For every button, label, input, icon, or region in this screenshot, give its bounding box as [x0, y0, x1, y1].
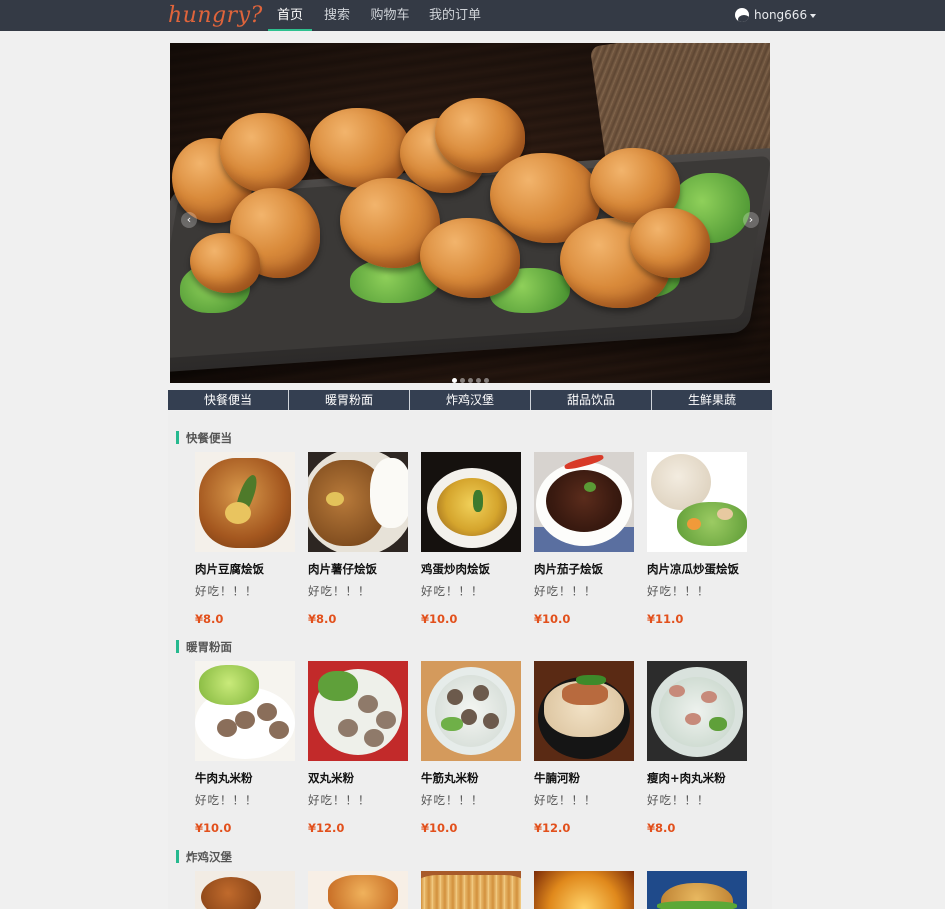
category-tab[interactable]: 暖胃粉面	[289, 390, 409, 410]
food-card[interactable]: 牛肉丸米粉 好吃！！！ ¥10.0	[195, 661, 300, 835]
top-navbar: hungry? 首页 搜索 购物车 我的订单 hong666	[0, 0, 945, 31]
food-desc: 好吃！！！	[308, 584, 371, 598]
food-image	[195, 871, 295, 909]
food-price: ¥11.0	[647, 612, 684, 626]
avatar	[735, 7, 749, 22]
section-title: 炸鸡汉堡	[176, 850, 232, 864]
food-image	[647, 661, 747, 761]
category-tab[interactable]: 炸鸡汉堡	[410, 390, 530, 410]
food-name: 双丸米粉	[308, 771, 354, 785]
food-name: 肉片薯仔烩饭	[308, 562, 377, 576]
food-image	[421, 871, 521, 909]
chicken-piece	[190, 233, 260, 293]
food-image	[421, 661, 521, 761]
nav-home[interactable]: 首页	[268, 0, 312, 31]
food-price: ¥8.0	[647, 821, 676, 835]
nav-cart[interactable]: 购物车	[364, 0, 416, 31]
food-image	[308, 661, 408, 761]
food-price: ¥8.0	[308, 612, 337, 626]
food-image	[647, 452, 747, 552]
food-price: ¥8.0	[195, 612, 224, 626]
food-image	[534, 661, 634, 761]
food-name: 牛腩河粉	[534, 771, 580, 785]
food-price: ¥12.0	[308, 821, 345, 835]
food-card[interactable]: 鸡蛋炒肉烩饭 好吃！！！ ¥10.0	[421, 452, 526, 626]
food-name: 牛肉丸米粉	[195, 771, 253, 785]
carousel-dot[interactable]	[468, 378, 473, 383]
food-desc: 好吃！！！	[421, 793, 484, 807]
food-price: ¥10.0	[534, 612, 571, 626]
category-tabs: 快餐便当 暖胃粉面 炸鸡汉堡 甜品饮品 生鲜果蔬	[168, 390, 772, 410]
category-tab[interactable]: 快餐便当	[168, 390, 288, 410]
nav-orders[interactable]: 我的订单	[424, 0, 486, 31]
food-card[interactable]	[421, 871, 526, 909]
food-desc: 好吃！！！	[534, 793, 597, 807]
food-name: 肉片茄子烩饭	[534, 562, 603, 576]
food-desc: 好吃！！！	[534, 584, 597, 598]
food-desc: 好吃！！！	[195, 584, 258, 598]
food-image	[534, 871, 634, 909]
food-image	[421, 452, 521, 552]
food-card[interactable]: 肉片豆腐烩饭 好吃！！！ ¥8.0	[195, 452, 300, 626]
food-price: ¥10.0	[421, 821, 458, 835]
food-card[interactable]: 双丸米粉 好吃！！！ ¥12.0	[308, 661, 413, 835]
food-price: ¥10.0	[421, 612, 458, 626]
food-card[interactable]	[647, 871, 752, 909]
food-name: 肉片凉瓜炒蛋烩饭	[647, 562, 739, 576]
food-desc: 好吃！！！	[308, 793, 371, 807]
food-image	[195, 452, 295, 552]
user-menu[interactable]: hong666	[735, 0, 817, 31]
food-card[interactable]	[534, 871, 639, 909]
food-name: 鸡蛋炒肉烩饭	[421, 562, 490, 576]
food-price: ¥10.0	[195, 821, 232, 835]
food-desc: 好吃！！！	[647, 793, 710, 807]
food-card[interactable]	[308, 871, 413, 909]
section-title: 快餐便当	[176, 431, 232, 445]
menu-content: 快餐便当 肉片豆腐烩饭 好吃！！！ ¥8.0 肉片薯仔烩饭 好吃！！！ ¥8.0…	[168, 411, 772, 909]
food-image	[195, 661, 295, 761]
username: hong666	[754, 8, 808, 22]
food-card[interactable]: 瘦肉+肉丸米粉 好吃！！！ ¥8.0	[647, 661, 752, 835]
caret-down-icon	[810, 13, 817, 18]
carousel-indicators	[452, 368, 492, 383]
food-desc: 好吃！！！	[421, 584, 484, 598]
food-card[interactable]	[195, 871, 300, 909]
food-card[interactable]: 肉片薯仔烩饭 好吃！！！ ¥8.0	[308, 452, 413, 626]
food-card[interactable]: 肉片凉瓜炒蛋烩饭 好吃！！！ ¥11.0	[647, 452, 752, 626]
food-desc: 好吃！！！	[647, 584, 710, 598]
food-image	[534, 452, 634, 552]
food-name: 瘦肉+肉丸米粉	[647, 771, 726, 785]
food-price: ¥12.0	[534, 821, 571, 835]
hero-carousel[interactable]: ‹ ›	[170, 43, 770, 383]
nav-search[interactable]: 搜索	[318, 0, 356, 31]
chevron-right-icon[interactable]: ›	[743, 212, 759, 228]
section-title: 暖胃粉面	[176, 640, 232, 654]
carousel-dot[interactable]	[452, 378, 457, 383]
brand-logo[interactable]: hungry?	[168, 2, 264, 29]
category-tab[interactable]: 甜品饮品	[531, 390, 651, 410]
carousel-dot[interactable]	[460, 378, 465, 383]
food-card[interactable]: 肉片茄子烩饭 好吃！！！ ¥10.0	[534, 452, 639, 626]
chevron-left-icon[interactable]: ‹	[181, 212, 197, 228]
food-card[interactable]: 牛腩河粉 好吃！！！ ¥12.0	[534, 661, 639, 835]
food-image	[308, 452, 408, 552]
category-tab[interactable]: 生鲜果蔬	[652, 390, 772, 410]
carousel-dot[interactable]	[476, 378, 481, 383]
food-image	[308, 871, 408, 909]
carousel-dot[interactable]	[484, 378, 489, 383]
food-image	[647, 871, 747, 909]
food-name: 牛筋丸米粉	[421, 771, 479, 785]
food-name: 肉片豆腐烩饭	[195, 562, 264, 576]
food-card[interactable]: 牛筋丸米粉 好吃！！！ ¥10.0	[421, 661, 526, 835]
food-desc: 好吃！！！	[195, 793, 258, 807]
